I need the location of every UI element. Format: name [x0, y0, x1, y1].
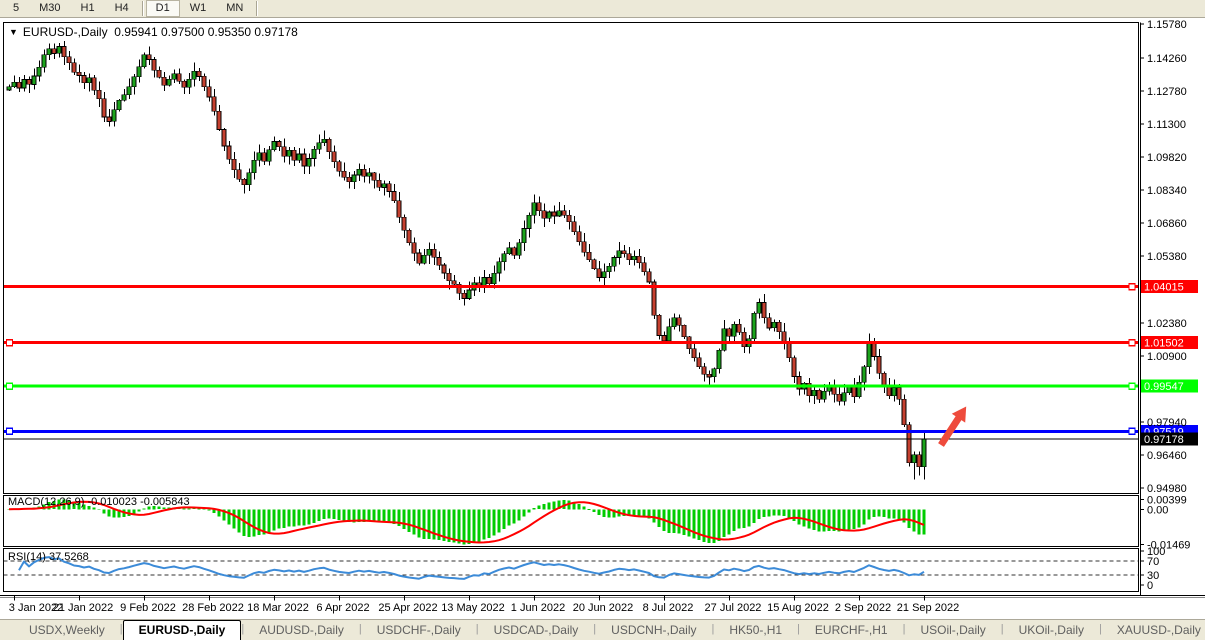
- timeframe-button-h4[interactable]: H4: [105, 0, 139, 17]
- price-tick-label: 1.02380: [1147, 318, 1187, 330]
- timeframe-button-h1[interactable]: H1: [71, 0, 105, 17]
- timeframe-button-m30[interactable]: M30: [29, 0, 70, 17]
- tab-eurusd-daily[interactable]: EURUSD-,Daily: [123, 620, 242, 640]
- price-axis: 1.15780 1.14260 1.12780 1.11300 1.09820 1.083…: [1140, 19, 1187, 495]
- date-label: 1 Jun 2022: [511, 602, 565, 614]
- date-label: 8 Jul 2022: [643, 602, 694, 614]
- hline-price-tag: 1.01502: [1144, 338, 1184, 350]
- hline-1.01502[interactable]: 1.01502: [3, 336, 1198, 349]
- chart-title: ▼ EURUSD-,Daily 0.95941 0.97500 0.95350 0…: [9, 25, 298, 39]
- rsi-line: [19, 557, 924, 579]
- tab-hk50-h1[interactable]: HK50-,H1: [714, 621, 797, 640]
- date-axis: 3 Jan 202221 Jan 20229 Feb 202228 Feb 20…: [9, 596, 959, 615]
- price-tick-label: 1.09820: [1147, 152, 1187, 164]
- date-label: 15 Aug 2022: [767, 602, 829, 614]
- hline-1.04015[interactable]: 1.04015: [3, 280, 1198, 293]
- timeframe-button-d1[interactable]: D1: [146, 0, 180, 17]
- tab-audusd-daily[interactable]: AUDUSD-,Daily: [244, 621, 359, 640]
- price-tick-label: 1.11300: [1147, 119, 1186, 131]
- date-label: 21 Jan 2022: [53, 602, 114, 614]
- price-tick-label: 0.94980: [1147, 483, 1187, 495]
- tab-xauusd-daily[interactable]: XAUUSD-,Daily: [1102, 621, 1205, 640]
- timeframe-button-5[interactable]: 5: [3, 0, 29, 17]
- rsi-tick-label: 70: [1147, 556, 1159, 568]
- date-label: 6 Apr 2022: [316, 602, 369, 614]
- toolbar-separator: [256, 1, 257, 16]
- date-label: 20 Jun 2022: [573, 602, 634, 614]
- date-label: 2 Sep 2022: [835, 602, 891, 614]
- rsi-indicator-label: RSI(14) 37.5268: [8, 551, 89, 563]
- up-arrow-annotation[interactable]: [938, 407, 966, 447]
- rsi-tick-label: 0: [1147, 580, 1153, 592]
- price-tick-label: 0.97940: [1147, 417, 1187, 429]
- collapse-arrow-icon[interactable]: ▼: [9, 27, 18, 37]
- timeframe-button-mn[interactable]: MN: [216, 0, 253, 17]
- date-label: 9 Feb 2022: [120, 602, 176, 614]
- chart-symbol-label: EURUSD-,Daily: [23, 25, 108, 39]
- hline-0.97519[interactable]: 0.97519: [3, 425, 1198, 438]
- date-label: 27 Jul 2022: [705, 602, 762, 614]
- candlesticks-layer: [7, 41, 926, 480]
- hline-0.99547[interactable]: 0.99547: [3, 380, 1198, 393]
- price-tick-label: 1.05380: [1147, 251, 1187, 263]
- tab-usoil-daily[interactable]: USOil-,Daily: [905, 621, 1000, 640]
- tab-usdcad-daily[interactable]: USDCAD-,Daily: [479, 621, 594, 640]
- date-label: 28 Feb 2022: [182, 602, 244, 614]
- timeframe-button-w1[interactable]: W1: [180, 0, 217, 17]
- current-price-line: 0.97178: [3, 433, 1198, 447]
- rsi-panel: 10070300: [4, 546, 1166, 592]
- date-label: 25 Apr 2022: [378, 602, 437, 614]
- tab-usdx-weekly[interactable]: USDX,Weekly: [14, 621, 120, 640]
- tab-usdcnh-daily[interactable]: USDCNH-,Daily: [596, 621, 711, 640]
- macd-tick-label: 0.00: [1147, 504, 1168, 516]
- price-tick-label: 1.06860: [1147, 218, 1187, 230]
- price-tick-label: 1.14260: [1147, 53, 1187, 65]
- price-tick-label: 1.08340: [1147, 185, 1187, 197]
- macd-indicator-label: MACD(12,26,9) -0.010023 -0.005843: [8, 496, 190, 508]
- timeframe-toolbar: 5M30H1H4 D1W1MN: [0, 0, 1205, 18]
- date-label: 18 Mar 2022: [247, 602, 309, 614]
- date-label: 13 May 2022: [441, 602, 505, 614]
- hline-price-tag: 1.04015: [1144, 282, 1184, 294]
- toolbar-separator: [142, 1, 143, 16]
- price-tick-label: 1.15780: [1147, 19, 1187, 31]
- price-tick-label: 1.00900: [1147, 351, 1187, 363]
- symbol-tabbar: USDX,Weekly|EURUSD-,Daily|AUDUSD-,Daily|…: [0, 619, 1205, 640]
- tab-eurchf-h1[interactable]: EURCHF-,H1: [800, 621, 903, 640]
- tab-ukoil-daily[interactable]: UKOil-,Daily: [1004, 621, 1099, 640]
- price-tick-label: 1.12780: [1147, 86, 1187, 98]
- date-label: 21 Sep 2022: [897, 602, 959, 614]
- hlines-layer[interactable]: 1.04015 1.01502 0.99547 0.975190.97178: [3, 280, 1198, 446]
- price-chart[interactable]: 1.040151.015020.995470.975190.971781.157…: [0, 18, 1205, 619]
- tab-usdchf-daily[interactable]: USDCHF-,Daily: [362, 621, 476, 640]
- mt4-window: { "icons": {"collapse": "▼", "scroll_lef…: [0, 0, 1205, 640]
- chart-ohlc-values: 0.95941 0.97500 0.95350 0.97178: [114, 25, 298, 39]
- hline-price-tag: 0.99547: [1144, 381, 1184, 393]
- price-tick-label: 0.96460: [1147, 450, 1187, 462]
- current-price-tag: 0.97178: [1144, 434, 1184, 446]
